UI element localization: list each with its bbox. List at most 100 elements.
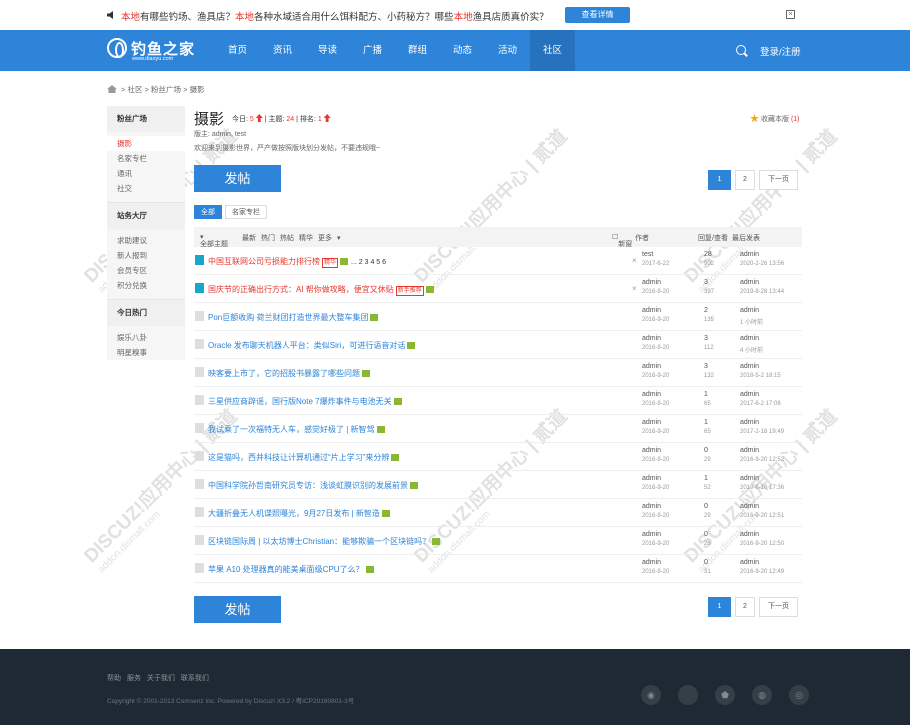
nav-item[interactable]: 首页 bbox=[215, 30, 260, 71]
sort-option[interactable]: 精华 bbox=[299, 235, 313, 242]
search-icon[interactable] bbox=[736, 45, 746, 55]
thread-author[interactable]: admin bbox=[642, 335, 661, 342]
footer-link[interactable]: 服务 bbox=[127, 675, 141, 682]
footer-link[interactable]: 联系我们 bbox=[181, 675, 209, 682]
thread-title-link[interactable]: 区块链国际周 | 以太坊博士Christian：能够欺骗一个区块链吗？ bbox=[208, 537, 430, 546]
thread-title-link[interactable]: 三星供应商辟谣，国行版Note 7爆炸事件与电池无关 bbox=[208, 397, 392, 406]
last-post-date[interactable]: 2017-6-2 17:08 bbox=[740, 401, 781, 407]
last-post-author[interactable]: admin bbox=[740, 279, 759, 286]
last-post-date[interactable]: 2016-9-20 12:51 bbox=[740, 513, 784, 519]
thread-title-link[interactable]: 我试乘了一次福特无人车，感觉好极了 | 新智驾 bbox=[208, 425, 375, 434]
footer-link[interactable]: 关于我们 bbox=[147, 675, 175, 682]
last-post-author[interactable]: admin bbox=[740, 307, 759, 314]
last-post-author[interactable]: admin bbox=[740, 335, 759, 342]
thread-author[interactable]: admin bbox=[642, 475, 661, 482]
thread-author[interactable]: admin bbox=[642, 363, 661, 370]
close-icon[interactable]: × bbox=[632, 284, 637, 293]
nav-item[interactable]: 社区 bbox=[530, 30, 575, 71]
tab[interactable]: 名家专栏 bbox=[225, 205, 267, 219]
sort-option[interactable]: 更多 bbox=[318, 235, 332, 242]
thread-author[interactable]: admin bbox=[642, 559, 661, 566]
thread-author[interactable]: admin bbox=[642, 307, 661, 314]
thread-author[interactable]: admin bbox=[642, 447, 661, 454]
thread-title-link[interactable]: 中国互联网公司亏损能力排行榜 bbox=[208, 257, 320, 266]
last-post-author[interactable]: admin bbox=[740, 363, 759, 370]
thread-title-link[interactable]: 苹果 A10 处理器真的能美桌面级CPU了么？ bbox=[208, 565, 364, 574]
page-link[interactable]: 2 bbox=[735, 170, 755, 190]
rss-icon[interactable]: ◎ bbox=[789, 685, 809, 705]
last-post-date[interactable]: 2017-2-18 19:49 bbox=[740, 429, 784, 435]
thread-author[interactable]: admin bbox=[642, 279, 661, 286]
thread-author[interactable]: admin bbox=[642, 503, 661, 510]
nav-item[interactable]: 资讯 bbox=[260, 30, 305, 71]
android-icon[interactable]: ⬟ bbox=[715, 685, 735, 705]
sort-option[interactable]: 热帖 bbox=[280, 235, 294, 242]
last-post-author[interactable]: admin bbox=[740, 447, 759, 454]
sidebar-item[interactable]: 摄影 bbox=[107, 136, 185, 151]
sidebar-item[interactable]: 新人报到 bbox=[107, 248, 185, 263]
last-post-author[interactable]: admin bbox=[740, 531, 759, 538]
last-post-author[interactable]: admin bbox=[740, 503, 759, 510]
wechat-icon[interactable]: ◉ bbox=[641, 685, 661, 705]
weibo-icon[interactable]: ◍ bbox=[752, 685, 772, 705]
home-icon[interactable] bbox=[107, 85, 117, 93]
thread-title-link[interactable]: 这是猫吗，西井科技让计算机通过“片上学习”来分辨 bbox=[208, 453, 389, 462]
breadcrumb-item[interactable]: 社区 bbox=[127, 85, 142, 94]
last-post-author[interactable]: admin bbox=[740, 559, 759, 566]
thread-author[interactable]: admin bbox=[642, 531, 661, 538]
last-post-date[interactable]: 2019-6-10 17:36 bbox=[740, 485, 784, 491]
sidebar-item[interactable]: 社交 bbox=[107, 181, 185, 196]
page-current[interactable]: 1 bbox=[708, 597, 731, 617]
nav-item[interactable]: 群组 bbox=[395, 30, 440, 71]
next-page-button[interactable]: 下一页 bbox=[759, 597, 798, 617]
login-register-link[interactable]: 登录/注册 bbox=[760, 44, 801, 58]
new-window-toggle[interactable]: ☐ 新窗 bbox=[612, 233, 632, 248]
next-page-button[interactable]: 下一页 bbox=[759, 170, 798, 190]
sidebar-item[interactable]: 积分兑换 bbox=[107, 278, 185, 293]
thread-title-link[interactable]: Oracle 发布聊天机器人平台：类似Siri，可进行语音对话 bbox=[208, 341, 405, 350]
last-post-date[interactable]: 4 小时前 bbox=[740, 345, 763, 354]
last-post-author[interactable]: admin bbox=[740, 251, 759, 258]
nav-item[interactable]: 广播 bbox=[350, 30, 395, 71]
page-link[interactable]: 2 bbox=[735, 597, 755, 617]
last-post-date[interactable]: 2020-2-26 13:56 bbox=[740, 261, 784, 267]
new-post-button[interactable]: 发帖 bbox=[194, 165, 281, 192]
filter-all-topics[interactable]: 全部主题 ▾ bbox=[200, 233, 228, 248]
last-post-date[interactable]: 1 小时前 bbox=[740, 317, 763, 326]
footer-link[interactable]: 帮助 bbox=[107, 675, 121, 682]
thread-pages[interactable]: ... 2 3 4 5 6 bbox=[351, 259, 386, 266]
thread-title-link[interactable]: 国庆节的正确出行方式：AI 帮你做攻略，便宜又休贴 bbox=[208, 285, 394, 294]
page-current[interactable]: 1 bbox=[708, 170, 731, 190]
sidebar-item[interactable]: 通讯 bbox=[107, 166, 185, 181]
thread-title-link[interactable]: Pon巨额收购 荷兰财团打造世界最大整车集团 bbox=[208, 313, 368, 322]
thread-title-link[interactable]: 大疆折叠无人机谍照曝光，9月27日发布 | 新智造 bbox=[208, 509, 380, 518]
sidebar-item[interactable]: 明星糗事 bbox=[107, 345, 185, 360]
nav-item[interactable]: 活动 bbox=[485, 30, 530, 71]
sidebar-item[interactable]: 娱乐八卦 bbox=[107, 330, 185, 345]
sidebar-item[interactable]: 名家专栏 bbox=[107, 151, 185, 166]
sort-option[interactable]: 最新 bbox=[242, 235, 256, 242]
thread-author[interactable]: admin bbox=[642, 391, 661, 398]
thread-title-link[interactable]: 映客要上市了，它的招股书暴露了哪些问题 bbox=[208, 369, 360, 378]
apple-icon[interactable] bbox=[678, 685, 698, 705]
thread-title-link[interactable]: 中国科学院孙哲南研究员专访：浅谈虹膜识别的发展前景 bbox=[208, 481, 408, 490]
last-post-author[interactable]: admin bbox=[740, 391, 759, 398]
last-post-date[interactable]: 2016-9-20 12:50 bbox=[740, 541, 784, 547]
breadcrumb-item[interactable]: 粉丝广场 bbox=[151, 85, 181, 94]
tab[interactable]: 全部 bbox=[194, 205, 222, 219]
last-post-date[interactable]: 2019-8-28 13:44 bbox=[740, 289, 784, 295]
sort-option[interactable]: 热门 bbox=[261, 235, 275, 242]
sidebar-item[interactable]: 会员专区 bbox=[107, 263, 185, 278]
last-post-date[interactable]: 2018-5-2 18:15 bbox=[740, 373, 781, 379]
sidebar-item[interactable]: 求助建议 bbox=[107, 233, 185, 248]
thread-author[interactable]: test bbox=[642, 251, 653, 258]
view-details-button[interactable]: 查看详情 bbox=[565, 7, 630, 23]
breadcrumb-item[interactable]: 摄影 bbox=[190, 85, 205, 94]
last-post-author[interactable]: admin bbox=[740, 475, 759, 482]
last-post-date[interactable]: 2016-9-20 12:49 bbox=[740, 569, 784, 575]
close-icon[interactable]: × bbox=[632, 256, 637, 265]
nav-item[interactable]: 导读 bbox=[305, 30, 350, 71]
last-post-date[interactable]: 2016-9-20 12:52 bbox=[740, 457, 784, 463]
nav-item[interactable]: 动态 bbox=[440, 30, 485, 71]
last-post-author[interactable]: admin bbox=[740, 419, 759, 426]
